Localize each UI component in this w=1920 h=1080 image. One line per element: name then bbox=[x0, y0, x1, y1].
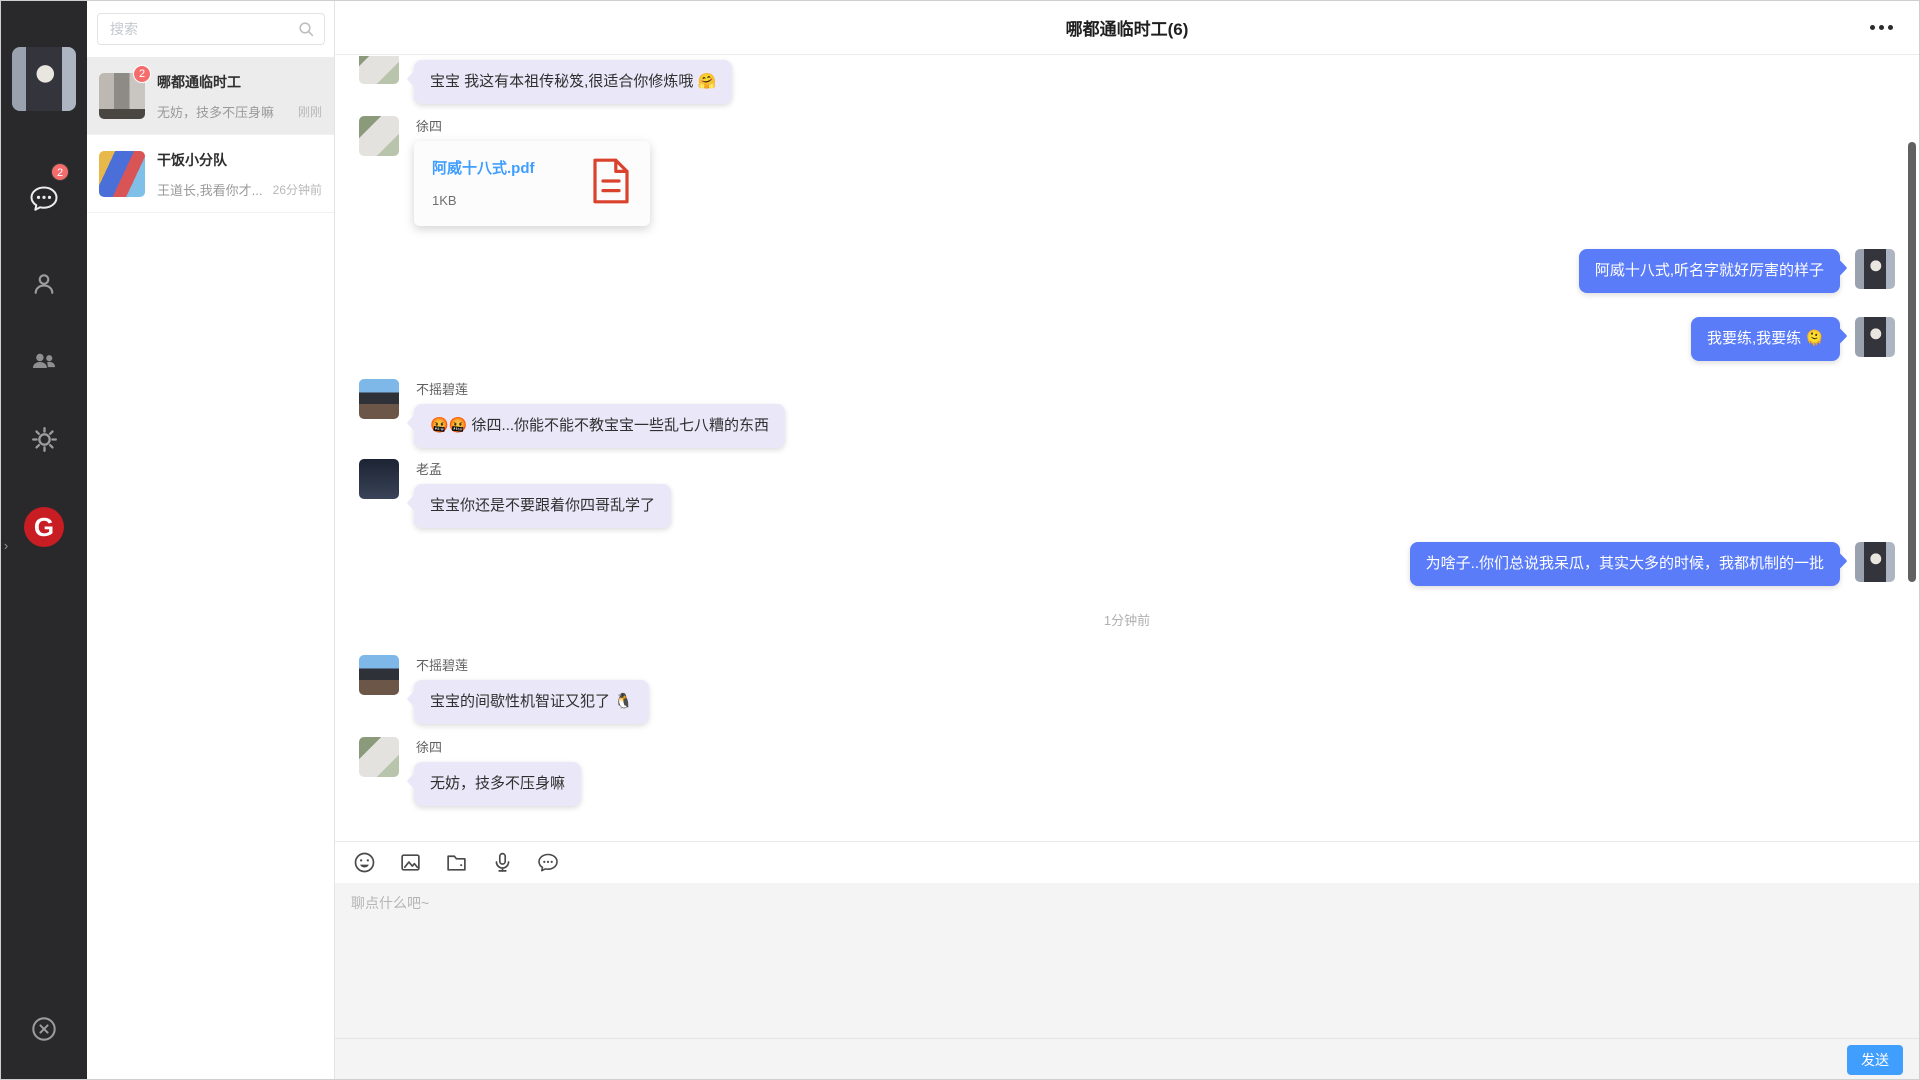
last-message-time: 26分钟前 bbox=[273, 181, 322, 198]
file-size: 1KB bbox=[432, 193, 576, 208]
sender-name: 徐四 bbox=[416, 737, 581, 756]
search-input[interactable] bbox=[97, 13, 325, 45]
close-icon bbox=[30, 1015, 58, 1043]
message-row: 徐四 阿威十八式.pdf 1KB bbox=[359, 116, 1895, 226]
message-row: 为啥子..你们总说我呆瓜，其实大多的时候，我都机制的一批 bbox=[359, 542, 1895, 586]
unread-badge: 2 bbox=[133, 65, 151, 83]
message-row: 不摇碧莲 🤬🤬 徐四...你能不能不教宝宝一些乱七八糟的东西 bbox=[359, 379, 1895, 448]
time-divider: 1分钟前 bbox=[359, 610, 1895, 629]
more-menu-icon[interactable] bbox=[1866, 21, 1897, 34]
message-bubble: 为啥子..你们总说我呆瓜，其实大多的时候，我都机制的一批 bbox=[1410, 542, 1840, 586]
file-attachment-card[interactable]: 阿威十八式.pdf 1KB bbox=[414, 141, 650, 226]
person-icon bbox=[31, 271, 57, 297]
chat-main: 哪都通临时工(6) 宝宝 我这有本祖传秘笈,很适合你修炼哦 🤗 徐四 阿威十八式… bbox=[335, 1, 1919, 1079]
message-row: 阿威十八式,听名字就好厉害的样子 bbox=[359, 249, 1895, 293]
my-avatar[interactable] bbox=[1855, 317, 1895, 357]
app-window: 2 G bbox=[0, 0, 1920, 1080]
last-message-time: 刚刚 bbox=[298, 103, 322, 120]
sidebar-collapse-handle[interactable]: › bbox=[1, 525, 11, 565]
message-bubble: 无妨，技多不压身嘛 bbox=[414, 762, 581, 806]
icon-rail: 2 G bbox=[1, 1, 87, 1079]
message-bubble: 宝宝 我这有本祖传秘笈,很适合你修炼哦 🤗 bbox=[414, 60, 732, 104]
message-input[interactable] bbox=[335, 883, 1919, 1038]
composer-toolbar bbox=[335, 841, 1919, 883]
scrollbar-thumb[interactable] bbox=[1908, 142, 1916, 582]
sender-name: 不摇碧莲 bbox=[416, 379, 785, 398]
message-bubble: 🤬🤬 徐四...你能不能不教宝宝一些乱七八糟的东西 bbox=[414, 404, 785, 448]
folder-button[interactable] bbox=[443, 850, 469, 876]
sender-name: 不摇碧莲 bbox=[416, 655, 649, 674]
my-avatar[interactable] bbox=[1855, 542, 1895, 582]
group-avatar bbox=[99, 151, 145, 197]
sender-name: 老孟 bbox=[416, 459, 671, 478]
message-bubble: 我要练,我要练 🫠 bbox=[1691, 317, 1840, 361]
sender-avatar[interactable] bbox=[359, 379, 399, 419]
search-icon[interactable] bbox=[297, 20, 315, 43]
last-message-preview: 王道长,我看你才... bbox=[157, 180, 269, 199]
messages-nav-button[interactable]: 2 bbox=[1, 171, 87, 227]
chat-title: 哪都通临时工 bbox=[157, 73, 322, 91]
message-bubble: 宝宝的间歇性机智证又犯了 🐧 bbox=[414, 680, 649, 724]
chat-header: 哪都通临时工(6) bbox=[335, 1, 1919, 55]
group-icon bbox=[30, 348, 58, 374]
chat-history-button[interactable] bbox=[535, 850, 561, 876]
message-row: 徐四 无妨，技多不压身嘛 bbox=[359, 737, 1895, 806]
message-row: 老孟 宝宝你还是不要跟着你四哥乱学了 bbox=[359, 459, 1895, 528]
message-row: 不摇碧莲 宝宝的间歇性机智证又犯了 🐧 bbox=[359, 655, 1895, 724]
contacts-nav-button[interactable] bbox=[1, 256, 87, 312]
chat-title: 干饭小分队 bbox=[157, 151, 322, 169]
groups-nav-button[interactable] bbox=[1, 333, 87, 389]
message-bubble: 宝宝你还是不要跟着你四哥乱学了 bbox=[414, 484, 671, 528]
image-button[interactable] bbox=[397, 850, 423, 876]
gear-icon bbox=[31, 426, 58, 453]
close-button[interactable] bbox=[1, 1001, 87, 1057]
message-list: 宝宝 我这有本祖传秘笈,很适合你修炼哦 🤗 徐四 阿威十八式.pdf 1KB bbox=[335, 56, 1919, 841]
chat-title: 哪都通临时工(6) bbox=[1066, 15, 1189, 40]
search-bar bbox=[97, 13, 324, 45]
unread-badge: 2 bbox=[51, 163, 69, 181]
sender-name: 徐四 bbox=[416, 116, 650, 135]
message-bubble: 阿威十八式,听名字就好厉害的样子 bbox=[1579, 249, 1840, 293]
microphone-button[interactable] bbox=[489, 850, 515, 876]
message-input-area bbox=[335, 883, 1919, 1038]
send-button[interactable]: 发送 bbox=[1847, 1045, 1903, 1075]
conversation-list-panel: 2 哪都通临时工 无妨，技多不压身嘛 刚刚 干饭小分队 王道长,我看你才... … bbox=[87, 1, 335, 1079]
g-logo-icon: G bbox=[24, 507, 64, 547]
my-avatar[interactable] bbox=[12, 47, 76, 111]
sender-avatar[interactable] bbox=[359, 737, 399, 777]
message-row: 我要练,我要练 🫠 bbox=[359, 317, 1895, 361]
emoji-button[interactable] bbox=[351, 850, 377, 876]
app-logo-button[interactable]: G bbox=[1, 499, 87, 555]
sender-avatar[interactable] bbox=[359, 56, 399, 84]
last-message-preview: 无妨，技多不压身嘛 bbox=[157, 102, 294, 121]
sender-avatar[interactable] bbox=[359, 459, 399, 499]
settings-nav-button[interactable] bbox=[1, 411, 87, 467]
file-name: 阿威十八式.pdf bbox=[432, 159, 576, 179]
my-avatar[interactable] bbox=[1855, 249, 1895, 289]
pdf-file-icon bbox=[590, 157, 632, 210]
sender-avatar[interactable] bbox=[359, 655, 399, 695]
message-row: 宝宝 我这有本祖传秘笈,很适合你修炼哦 🤗 bbox=[359, 60, 1895, 104]
chat-list-item[interactable]: 2 哪都通临时工 无妨，技多不压身嘛 刚刚 bbox=[87, 57, 334, 135]
send-row: 发送 bbox=[335, 1038, 1919, 1079]
chat-list-item[interactable]: 干饭小分队 王道长,我看你才... 26分钟前 bbox=[87, 135, 334, 213]
sender-avatar[interactable] bbox=[359, 116, 399, 156]
